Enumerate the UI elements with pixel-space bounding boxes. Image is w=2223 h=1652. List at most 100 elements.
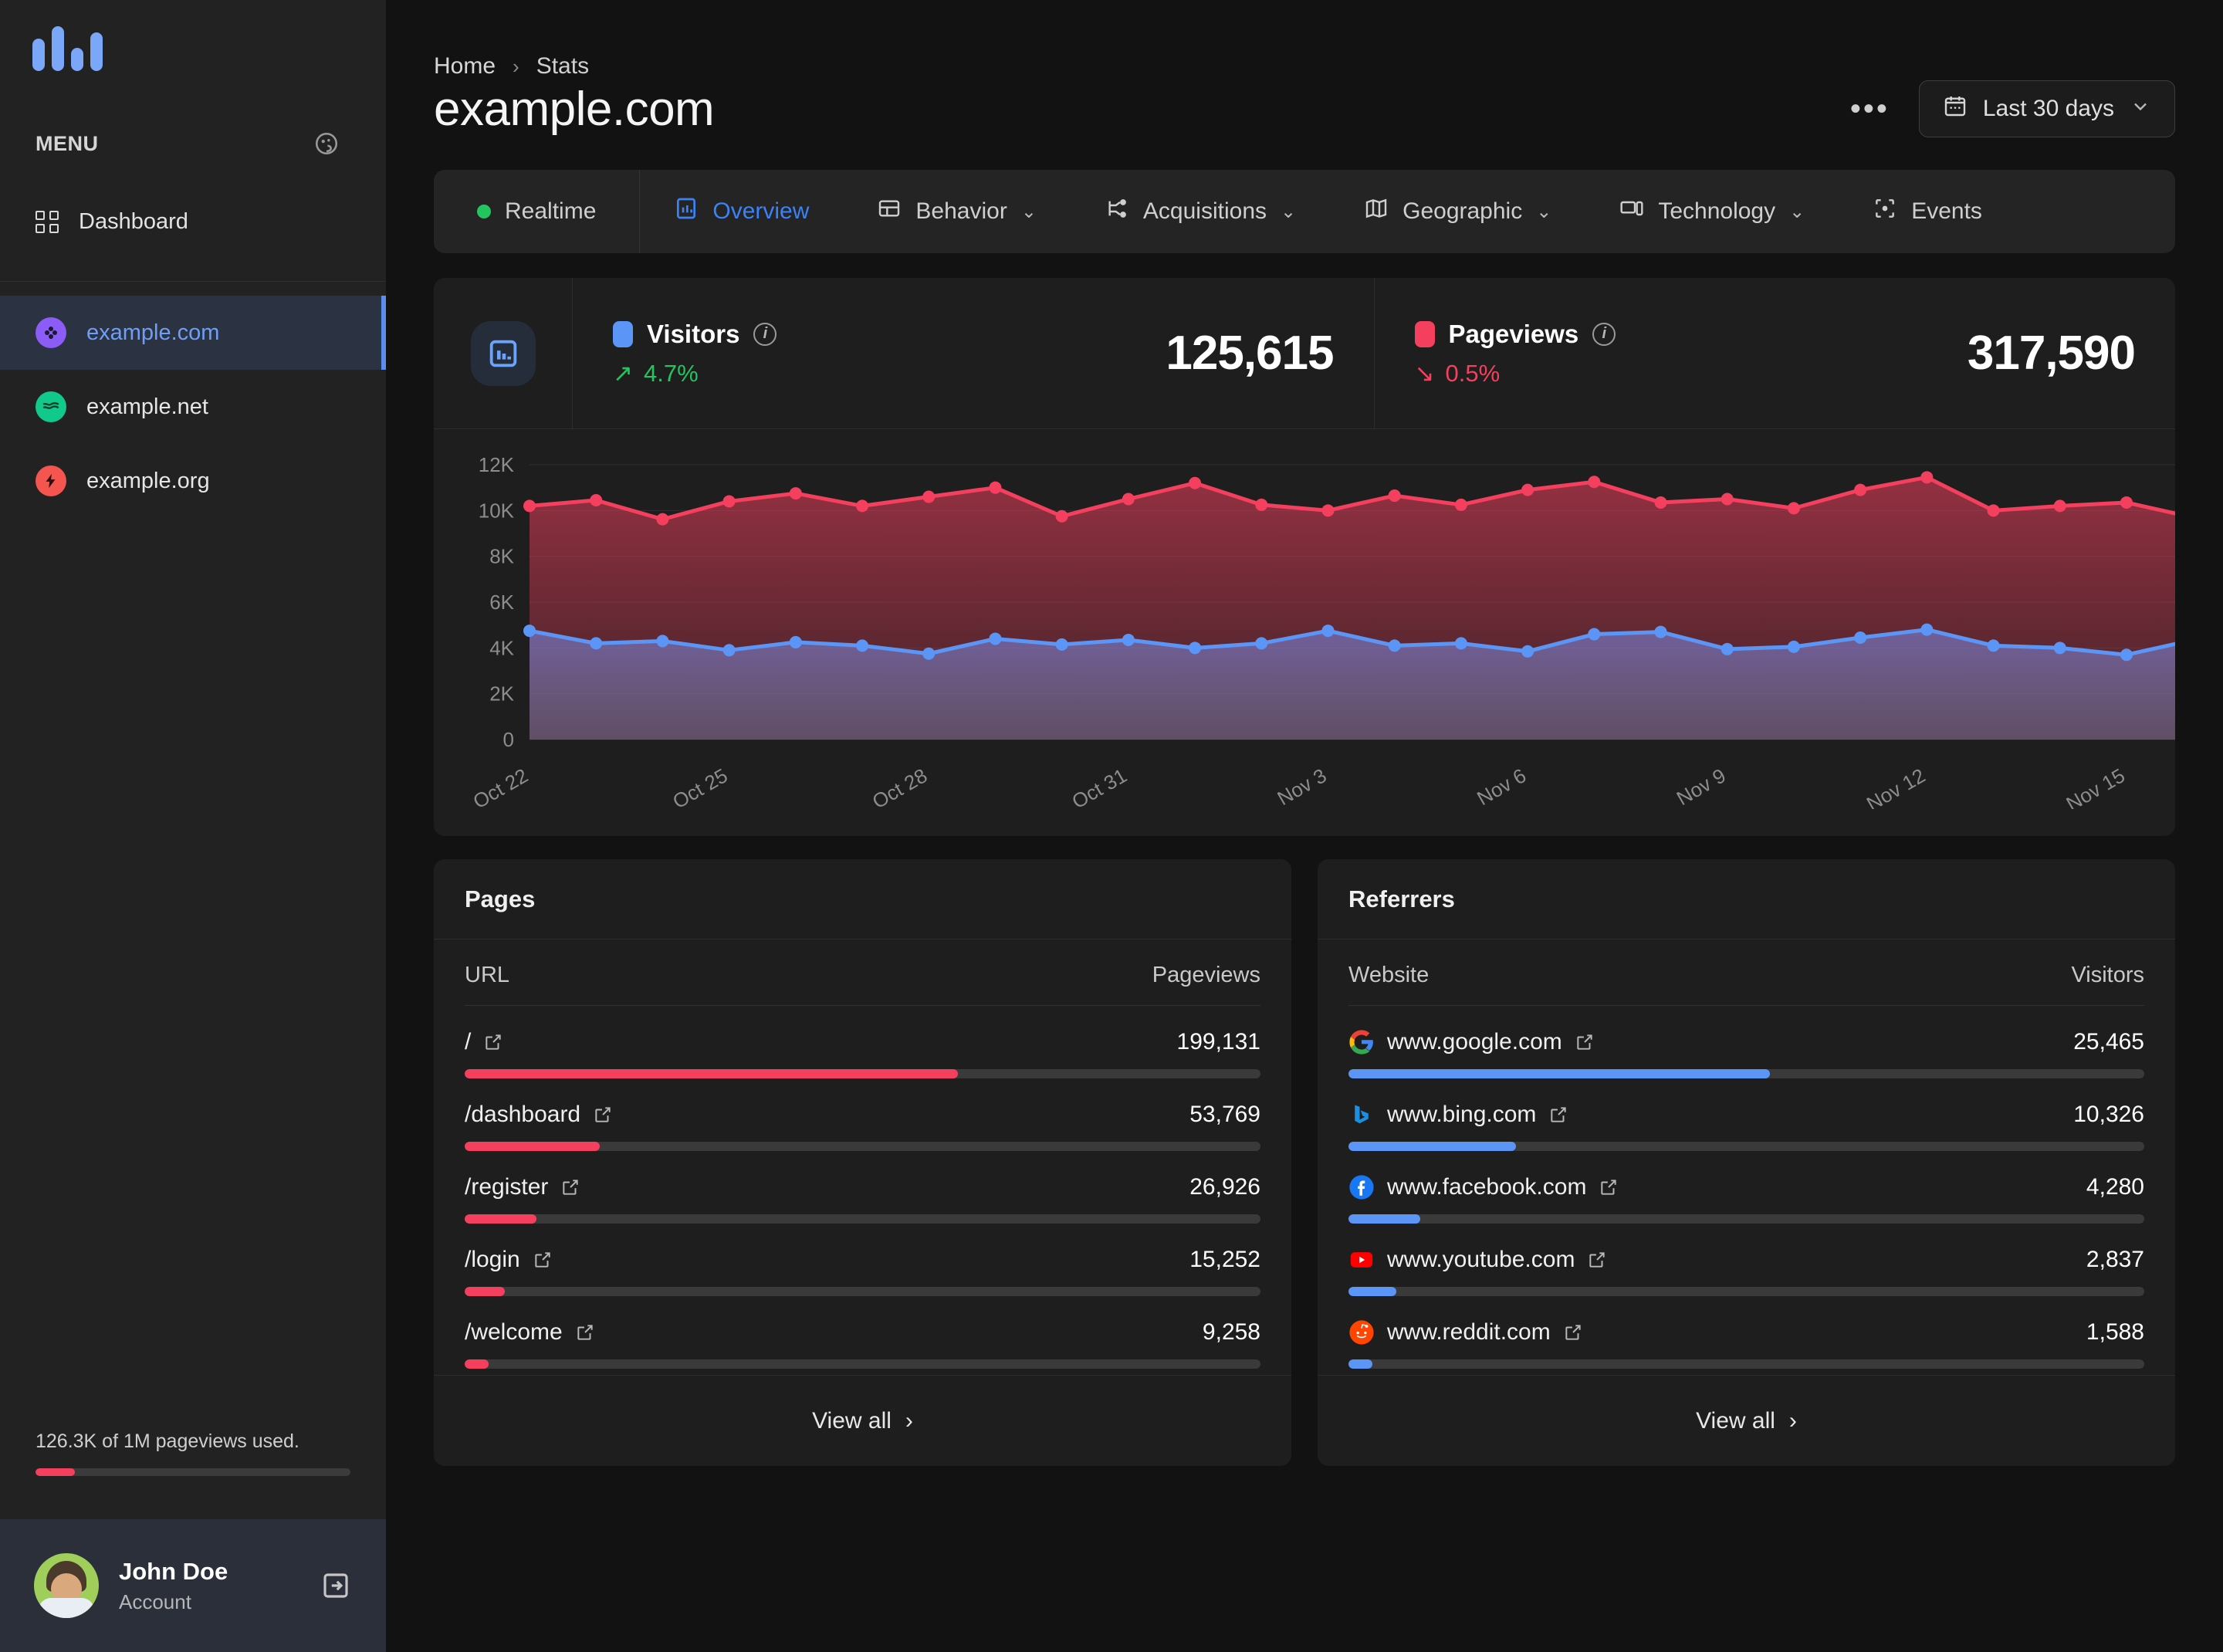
chart-data-point[interactable] [1055, 509, 1068, 523]
chart-data-point[interactable] [856, 499, 869, 513]
breadcrumb-stats[interactable]: Stats [536, 53, 589, 80]
chart-data-point[interactable] [1920, 471, 1934, 484]
kpi-visitors[interactable]: Visitors i ↗ 4.7% 125,615 [573, 278, 1375, 428]
chart-data-point[interactable] [922, 490, 936, 503]
chart-data-point[interactable] [989, 481, 1002, 494]
external-link-icon[interactable] [560, 1177, 580, 1197]
external-link-icon[interactable] [1575, 1032, 1595, 1052]
external-link-icon[interactable] [1599, 1177, 1619, 1197]
chart-data-point[interactable] [1787, 640, 1800, 653]
chart-data-point[interactable] [1122, 493, 1135, 506]
chart-data-point[interactable] [1055, 638, 1068, 651]
chart-data-point[interactable] [1189, 642, 1202, 655]
tab-realtime[interactable]: Realtime [434, 170, 641, 253]
chart-data-point[interactable] [2053, 642, 2066, 655]
list-item[interactable]: /welcome 9,258 [465, 1296, 1260, 1369]
chart-data-point[interactable] [1987, 504, 2000, 517]
chart-data-point[interactable] [2120, 496, 2133, 509]
info-icon[interactable]: i [753, 322, 777, 346]
external-link-icon[interactable] [1563, 1322, 1583, 1342]
chart-data-point[interactable] [1454, 637, 1467, 650]
chart-data-point[interactable] [989, 632, 1002, 645]
chart-data-point[interactable] [1721, 493, 1734, 506]
chart-data-point[interactable] [2053, 499, 2066, 513]
chart-data-point[interactable] [1255, 637, 1268, 650]
breadcrumb-home[interactable]: Home [434, 53, 496, 80]
tab-geographic[interactable]: Geographic ⌄ [1330, 170, 1585, 253]
pages-view-all-button[interactable]: View all › [434, 1375, 1291, 1466]
chart-data-point[interactable] [1987, 639, 2000, 652]
referrers-view-all-button[interactable]: View all › [1318, 1375, 2175, 1466]
chart-data-point[interactable] [1521, 483, 1534, 496]
chart-data-point[interactable] [1521, 645, 1534, 658]
external-link-icon[interactable] [575, 1322, 595, 1342]
chart-data-point[interactable] [1654, 625, 1667, 638]
list-item[interactable]: www.reddit.com 1,588 [1348, 1296, 2144, 1369]
chart-data-point[interactable] [2120, 648, 2133, 662]
external-link-icon[interactable] [1587, 1250, 1607, 1270]
list-item-value: 9,258 [1202, 1319, 1260, 1345]
chart-data-point[interactable] [1854, 631, 1867, 644]
chart-data-point[interactable] [590, 637, 603, 650]
chart-data-point[interactable] [1787, 502, 1800, 515]
external-link-icon[interactable] [533, 1250, 553, 1270]
chart-data-point[interactable] [656, 513, 669, 526]
chart-data-point[interactable] [656, 635, 669, 648]
external-link-icon[interactable] [593, 1105, 613, 1125]
chart-data-point[interactable] [1920, 623, 1934, 636]
tab-technology[interactable]: Technology ⌄ [1585, 170, 1839, 253]
chart-data-point[interactable] [722, 644, 736, 657]
chart-data-point[interactable] [523, 625, 536, 638]
list-item[interactable]: /dashboard 53,769 [465, 1078, 1260, 1151]
palette-icon[interactable] [313, 130, 340, 157]
sidebar-item-example-net[interactable]: example.net [0, 370, 386, 444]
traffic-chart[interactable]: 0 2K 4K 6K 8K 10K 12K Oct 22 Oct 25 Oct 28 Oct 31 N… [434, 429, 2175, 836]
date-range-picker[interactable]: Last 30 days [1918, 80, 2175, 137]
list-item[interactable]: www.google.com 25,465 [1348, 1006, 2144, 1078]
chart-data-point[interactable] [1588, 628, 1601, 641]
sidebar-item-dashboard[interactable]: Dashboard [0, 198, 386, 245]
logout-icon[interactable] [320, 1569, 352, 1602]
external-link-icon[interactable] [483, 1032, 503, 1052]
chart-data-point[interactable] [1454, 498, 1467, 511]
sidebar-item-example-com[interactable]: example.com [0, 296, 386, 370]
list-item[interactable]: /register 26,926 [465, 1151, 1260, 1224]
tab-events[interactable]: Events [1839, 170, 2016, 253]
external-link-icon[interactable] [1548, 1105, 1568, 1125]
list-item[interactable]: /login 15,252 [465, 1224, 1260, 1296]
menu-header: MENU [0, 116, 386, 171]
chart-data-point[interactable] [1721, 642, 1734, 655]
chart-data-point[interactable] [1388, 639, 1401, 652]
chart-data-point[interactable] [1122, 633, 1135, 646]
chart-data-point[interactable] [922, 647, 936, 660]
tab-overview[interactable]: Overview [640, 170, 843, 253]
chart-data-point[interactable] [789, 487, 802, 500]
list-item[interactable]: / 199,131 [465, 1006, 1260, 1078]
chart-data-point[interactable] [1321, 504, 1335, 517]
chart-data-point[interactable] [1255, 498, 1268, 511]
kpi-pageviews[interactable]: Pageviews i ↘ 0.5% 317,590 [1375, 278, 2176, 428]
list-item[interactable]: www.facebook.com 4,280 [1348, 1151, 2144, 1224]
list-item[interactable]: www.youtube.com 2,837 [1348, 1224, 2144, 1296]
chart-data-point[interactable] [722, 495, 736, 508]
chart-data-point[interactable] [523, 499, 536, 513]
ellipsis-icon[interactable]: ••• [1850, 93, 1890, 124]
chart-data-point[interactable] [1189, 476, 1202, 489]
chart-data-point[interactable] [1854, 483, 1867, 496]
chart-data-point[interactable] [1588, 476, 1601, 489]
chart-data-point[interactable] [1654, 496, 1667, 509]
info-icon[interactable]: i [1592, 322, 1616, 346]
chart-data-point[interactable] [856, 639, 869, 652]
sidebar-item-label: Dashboard [79, 208, 188, 234]
chart-data-point[interactable] [1388, 489, 1401, 503]
sidebar-item-example-org[interactable]: example.org [0, 444, 386, 518]
chart-data-point[interactable] [590, 493, 603, 506]
tab-behavior[interactable]: Behavior ⌄ [843, 170, 1071, 253]
tab-acquisitions[interactable]: Acquisitions ⌄ [1071, 170, 1330, 253]
account-bar[interactable]: John Doe Account [0, 1519, 386, 1652]
list-item[interactable]: www.bing.com 10,326 [1348, 1078, 2144, 1151]
chart-data-point[interactable] [1321, 625, 1335, 638]
chart-square-icon [470, 320, 536, 386]
chart-data-point[interactable] [789, 635, 802, 648]
bar-chart-logo[interactable] [32, 26, 386, 71]
